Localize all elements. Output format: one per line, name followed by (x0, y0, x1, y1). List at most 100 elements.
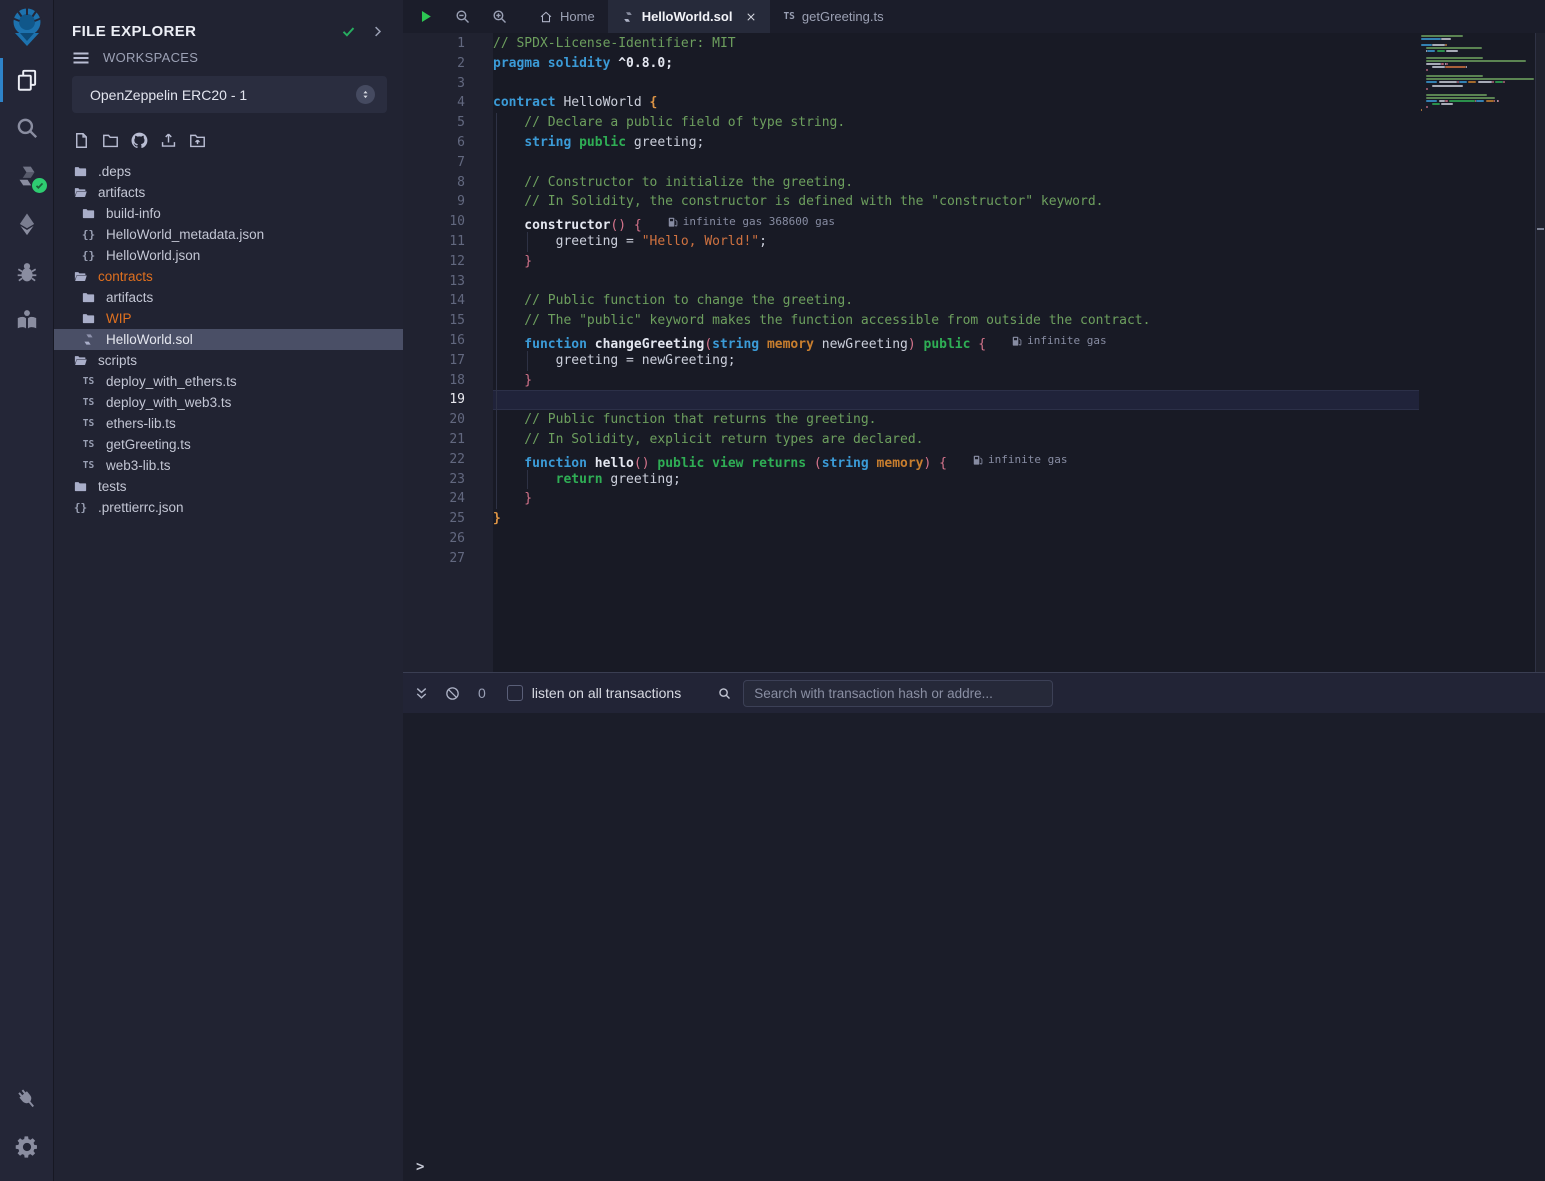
tab-close-icon[interactable] (745, 11, 757, 23)
workspace-ok-icon[interactable] (341, 24, 356, 39)
tree-item--prettierrc-json[interactable]: {}.prettierrc.json (54, 497, 403, 518)
remix-ide-window: FILE EXPLORER WORKSPACES OpenZeppelin ER… (0, 0, 1545, 1181)
code-line[interactable]: } (493, 252, 1419, 272)
new-file-button[interactable] (72, 131, 91, 150)
tree-item-contracts[interactable]: contracts (54, 266, 403, 287)
minimap-token (1445, 66, 1465, 68)
tab-getgreeting-ts[interactable]: TSgetGreeting.ts (770, 0, 896, 33)
json-icon: {} (72, 501, 89, 514)
remix-logo[interactable] (0, 0, 54, 54)
code-line[interactable]: } (493, 509, 1419, 529)
code-line[interactable]: // Declare a public field of type string… (493, 113, 1419, 133)
tree-item-helloworld-sol[interactable]: HelloWorld.sol (54, 329, 403, 350)
code-line[interactable]: // SPDX-License-Identifier: MIT (493, 34, 1419, 54)
code-line[interactable]: } (493, 489, 1419, 509)
code-line[interactable] (493, 153, 1419, 173)
code-line[interactable]: function changeGreeting(string memory ne… (493, 331, 1419, 351)
code-token: function (493, 456, 587, 471)
tree-item-label: WIP (106, 311, 132, 326)
code-area[interactable]: // SPDX-License-Identifier: MIT pragma so… (493, 33, 1419, 672)
tree-item-artifacts[interactable]: artifacts (54, 287, 403, 308)
tree-item--deps[interactable]: .deps (54, 161, 403, 182)
code-line[interactable]: // In Solidity, explicit return types ar… (493, 430, 1419, 450)
code-line[interactable]: // Public function to change the greetin… (493, 291, 1419, 311)
tree-item-deploy-with-web3-ts[interactable]: TSdeploy_with_web3.ts (54, 392, 403, 413)
line-number: 12 (403, 252, 493, 272)
code-token: } (493, 511, 501, 526)
clear-console-icon[interactable] (444, 685, 461, 702)
tree-item-helloworld-json[interactable]: {}HelloWorld.json (54, 245, 403, 266)
terminal-search-input[interactable] (743, 680, 1053, 707)
workspaces-menu-icon[interactable] (72, 51, 90, 65)
run-script-button[interactable] (417, 8, 434, 25)
minimap-token (1426, 47, 1481, 49)
zoom-out-button[interactable] (454, 8, 471, 25)
terminal-output[interactable]: > (403, 713, 1545, 1181)
terminal-expand-icon[interactable] (413, 685, 430, 702)
upload-file-button[interactable] (159, 131, 178, 150)
line-number: 26 (403, 529, 493, 549)
tab-home[interactable]: Home (526, 0, 608, 33)
tree-item-scripts[interactable]: scripts (54, 350, 403, 371)
line-number: 19 (403, 390, 493, 410)
workspace-selector[interactable]: OpenZeppelin ERC20 - 1 (72, 76, 387, 113)
line-number: 20 (403, 410, 493, 430)
tree-item-build-info[interactable]: build-info (54, 203, 403, 224)
tree-item-tests[interactable]: tests (54, 476, 403, 497)
code-token: greeting; (626, 135, 704, 150)
solidity-file-icon (621, 10, 635, 24)
listen-transactions-checkbox[interactable] (507, 685, 523, 701)
tree-item-deploy-with-ethers-ts[interactable]: TSdeploy_with_ethers.ts (54, 371, 403, 392)
activitybar-solidity-compiler[interactable] (0, 156, 54, 196)
activitybar-search[interactable] (0, 108, 54, 148)
tab-label: Home (560, 9, 595, 24)
tree-item-wip[interactable]: WIP (54, 308, 403, 329)
activitybar-deploy-run[interactable] (0, 204, 54, 244)
panel-expand-icon[interactable] (370, 24, 385, 39)
overview-ruler[interactable] (1535, 33, 1545, 672)
code-line[interactable] (493, 549, 1419, 569)
tree-item-getgreeting-ts[interactable]: TSgetGreeting.ts (54, 434, 403, 455)
code-line[interactable]: return greeting; (493, 470, 1419, 490)
activitybar-debugger[interactable] (0, 252, 54, 292)
tree-item-artifacts[interactable]: artifacts (54, 182, 403, 203)
tab-helloworld-sol[interactable]: HelloWorld.sol (608, 0, 771, 33)
code-line[interactable]: function hello() public view returns (st… (493, 450, 1419, 470)
minimap[interactable] (1419, 33, 1535, 672)
code-line[interactable]: // Public function that returns the gree… (493, 410, 1419, 430)
upload-folder-button[interactable] (188, 131, 207, 150)
tree-item-web3-lib-ts[interactable]: TSweb3-lib.ts (54, 455, 403, 476)
zoom-in-button[interactable] (491, 8, 508, 25)
minimap-token (1432, 44, 1446, 46)
code-line[interactable]: greeting = "Hello, World!"; (493, 232, 1419, 252)
line-number: 10 (403, 212, 493, 232)
code-line[interactable] (493, 272, 1419, 292)
solidity-compiler-success-badge (32, 178, 47, 193)
activitybar-settings[interactable] (0, 1127, 54, 1167)
code-line[interactable]: pragma solidity ^0.8.0; (493, 54, 1419, 74)
minimap-space (1421, 66, 1432, 68)
code-line[interactable]: // The "public" keyword makes the functi… (493, 311, 1419, 331)
code-line[interactable]: } (493, 371, 1419, 391)
code-line[interactable]: constructor() {infinite gas 368600 gas (493, 212, 1419, 232)
code-line[interactable]: string public greeting; (493, 133, 1419, 153)
activitybar-plugin-manager[interactable] (0, 1079, 54, 1119)
code-line[interactable]: greeting = newGreeting; (493, 351, 1419, 371)
activitybar-file-explorer[interactable] (0, 60, 54, 100)
line-number: 4 (403, 93, 493, 113)
code-line[interactable]: // In Solidity, the constructor is defin… (493, 192, 1419, 212)
tree-item-label: ethers-lib.ts (106, 416, 176, 431)
tree-item-helloworld-metadata-json[interactable]: {}HelloWorld_metadata.json (54, 224, 403, 245)
code-token: // SPDX-License-Identifier: MIT (493, 36, 736, 51)
code-line[interactable] (493, 74, 1419, 94)
code-line[interactable]: // Constructor to initialize the greetin… (493, 173, 1419, 193)
code-token: ^0.8.0; (618, 56, 673, 71)
clone-github-button[interactable] (130, 131, 149, 150)
activitybar-learneth[interactable] (0, 300, 54, 340)
new-folder-button[interactable] (101, 131, 120, 150)
code-line[interactable]: contract HelloWorld { (493, 93, 1419, 113)
code-line[interactable] (493, 529, 1419, 549)
line-number: 9 (403, 192, 493, 212)
code-line[interactable] (493, 390, 1419, 410)
tree-item-ethers-lib-ts[interactable]: TSethers-lib.ts (54, 413, 403, 434)
